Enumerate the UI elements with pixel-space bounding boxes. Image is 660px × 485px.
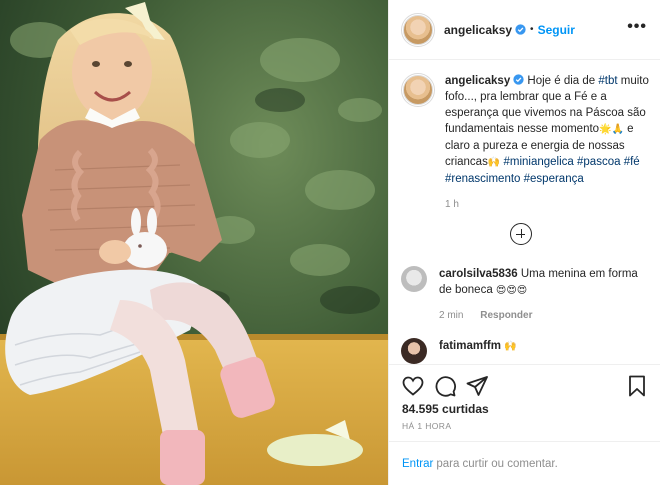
post-header: angelicaksy • Seguir •••	[389, 0, 660, 60]
post-photo[interactable]	[0, 0, 388, 485]
comment-body: fatimamffm 🙌	[439, 338, 644, 355]
caption-emoji-end: 🙌	[487, 157, 501, 168]
caption-emoji-mid: 🌟🙏	[599, 124, 624, 135]
comment-icon[interactable]	[433, 374, 457, 398]
hashtag-fe[interactable]: #fé	[624, 156, 640, 168]
comment-avatar[interactable]	[401, 266, 427, 292]
caption-text: angelicaksy Hoje é dia de #tbt muito fof…	[445, 73, 649, 213]
comment-username[interactable]: fatimamffm	[439, 340, 501, 352]
action-bar	[389, 364, 660, 400]
hashtag-pascoa[interactable]: #pascoa	[577, 156, 620, 168]
author-avatar[interactable]	[401, 12, 435, 47]
comment-meta: 2 min Responder	[439, 308, 644, 324]
comment-avatar[interactable]	[401, 338, 427, 364]
comment-body: carolsilva5836 Uma menina em forma de bo…	[439, 266, 644, 324]
post-sidebar: angelicaksy • Seguir ••• angelicaksy Hoj…	[388, 0, 660, 485]
caption-username[interactable]: angelicaksy	[445, 75, 510, 87]
comment-item: fatimamffm 🙌	[401, 338, 651, 364]
author-avatar-image	[403, 14, 433, 45]
comment-emoji: 🙌	[504, 341, 517, 352]
login-prompt: para curtir ou comentar.	[436, 457, 558, 470]
comments-section: angelicaksy Hoje é dia de #tbt muito fof…	[389, 61, 660, 364]
author-username[interactable]: angelicaksy	[444, 23, 512, 37]
follow-button[interactable]: Seguir	[538, 23, 575, 37]
photo-illustration	[0, 0, 388, 485]
expand-comments-icon[interactable]	[510, 223, 532, 245]
hashtag-miniangelica[interactable]: #miniangelica	[503, 156, 573, 168]
hashtag-esperanca[interactable]: #esperança	[524, 173, 584, 185]
verified-icon	[515, 24, 526, 35]
more-icon[interactable]: •••	[627, 19, 647, 35]
separator-dot: •	[530, 24, 534, 35]
posted-time[interactable]: HÁ 1 HORA	[402, 421, 451, 431]
bookmark-icon[interactable]	[625, 374, 649, 398]
share-icon[interactable]	[465, 374, 489, 398]
caption-time[interactable]: 1 h	[445, 197, 649, 213]
verified-icon	[513, 74, 524, 85]
reply-button[interactable]: Responder	[480, 310, 532, 321]
likes-count[interactable]: 84.595 curtidas	[402, 402, 489, 416]
hashtag-tbt[interactable]: #tbt	[598, 75, 617, 87]
caption-avatar[interactable]	[401, 73, 435, 107]
heart-icon[interactable]	[401, 374, 425, 398]
caption-avatar-image	[403, 75, 433, 105]
caption-text-before: Hoje é dia de	[524, 75, 599, 87]
hashtag-renascimento[interactable]: #renascimento	[445, 173, 520, 185]
comment-time[interactable]: 2 min	[439, 310, 463, 321]
instagram-post: angelicaksy • Seguir ••• angelicaksy Hoj…	[0, 0, 660, 485]
comment-username[interactable]: carolsilva5836	[439, 268, 518, 280]
caption: angelicaksy Hoje é dia de #tbt muito fof…	[401, 73, 649, 213]
comment-item: carolsilva5836 Uma menina em forma de bo…	[401, 266, 651, 324]
login-link[interactable]: Entrar	[402, 458, 433, 470]
comment-emoji: 😍😍😍	[495, 285, 528, 296]
add-comment-bar: Entrar para curtir ou comentar.	[389, 441, 660, 485]
